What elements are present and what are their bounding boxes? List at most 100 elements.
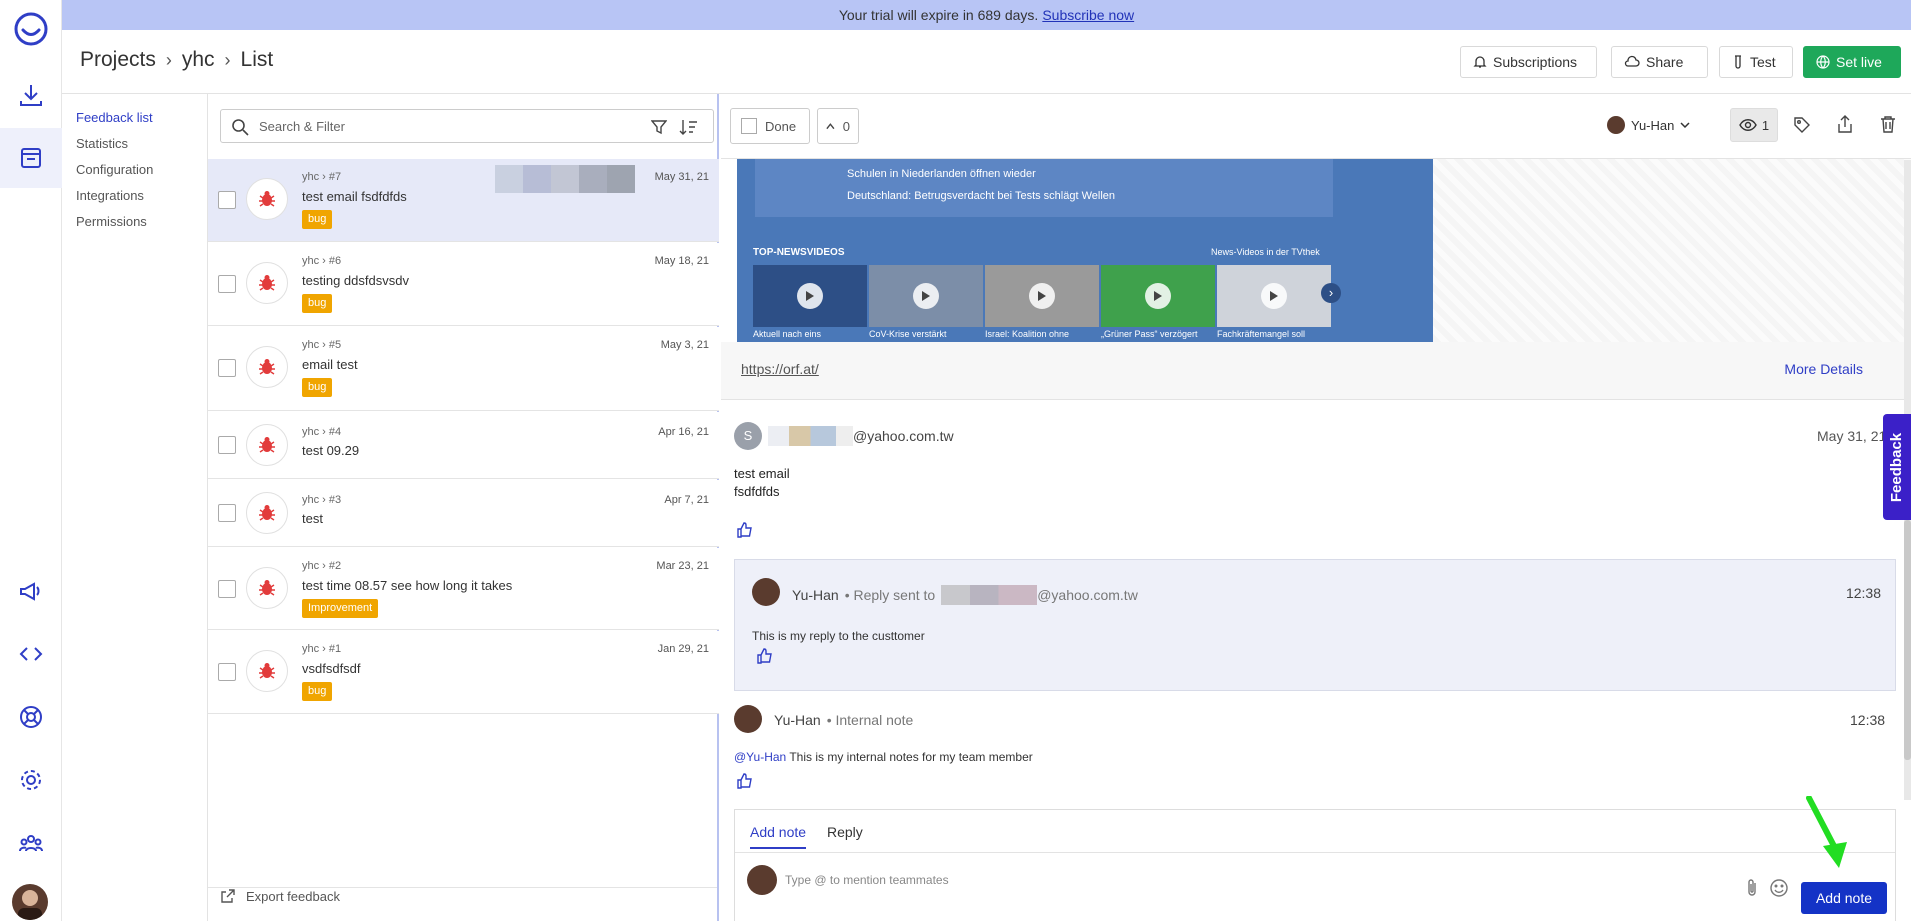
item-ref: yhc › #4: [302, 426, 342, 438]
play-icon: [1029, 283, 1055, 309]
trash-icon[interactable]: [1879, 115, 1897, 133]
feedback-item-6[interactable]: yhc › #6 testing ddsfdsvsdv bug May 18, …: [208, 243, 719, 326]
note-author-avatar: [734, 705, 762, 733]
note-mention[interactable]: @Yu-Han: [734, 750, 786, 764]
item-date: May 31, 21: [654, 171, 709, 183]
select-checkbox[interactable]: [218, 191, 236, 209]
test-button[interactable]: Test: [1719, 46, 1793, 78]
caption: Fachkräftemangel soll: [1217, 329, 1306, 339]
feedback-item-1[interactable]: yhc › #1 vsdfsdfsdf bug Jan 29, 21: [208, 631, 719, 714]
reply-header: Yu-Han • Reply sent to @yahoo.com.tw: [792, 585, 1138, 605]
caption: CoV-Krise verstärkt: [869, 329, 947, 339]
search-filter-input[interactable]: Search & Filter: [220, 109, 714, 143]
thumbs-up-icon[interactable]: [757, 648, 773, 664]
filter-icon[interactable]: [651, 119, 667, 135]
select-checkbox[interactable]: [218, 359, 236, 377]
inbox-icon[interactable]: [14, 141, 48, 175]
select-checkbox[interactable]: [218, 275, 236, 293]
watchers-button[interactable]: 1: [1730, 108, 1778, 142]
screenshot-news-panel: [755, 159, 1333, 217]
composer-input[interactable]: Type @ to mention teammates: [785, 866, 1545, 894]
set-live-button[interactable]: Set live: [1803, 46, 1901, 78]
tab-reply[interactable]: Reply: [827, 824, 863, 840]
select-checkbox[interactable]: [218, 580, 236, 598]
eye-icon: [1739, 119, 1757, 131]
tag-icon[interactable]: [1793, 116, 1811, 134]
play-icon: [797, 283, 823, 309]
share-button[interactable]: Share: [1611, 46, 1708, 78]
team-icon[interactable]: [14, 826, 48, 860]
more-details-link[interactable]: More Details: [1784, 361, 1863, 377]
feedback-side-tab[interactable]: Feedback: [1883, 414, 1911, 520]
subscribe-link[interactable]: Subscribe now: [1042, 7, 1134, 23]
breadcrumb-page: List: [240, 48, 274, 71]
note-body-text: This is my internal notes for my team me…: [789, 750, 1033, 764]
export-icon: [221, 889, 235, 903]
note-author: Yu-Han: [774, 712, 821, 728]
message-body: fsdfdfds: [734, 484, 780, 499]
select-checkbox[interactable]: [218, 663, 236, 681]
search-icon: [232, 119, 249, 136]
test-tube-icon: [1735, 55, 1741, 69]
video-thumbnail: [985, 265, 1099, 327]
done-toggle[interactable]: Done: [730, 108, 810, 144]
set-live-label: Set live: [1836, 54, 1882, 70]
feedback-item-2[interactable]: yhc › #2 test time 08.57 see how long it…: [208, 548, 719, 630]
email-suffix: @yahoo.com.tw: [853, 428, 954, 444]
feedback-screenshot[interactable]: Schulen in Niederlanden öffnen wieder De…: [737, 159, 1433, 342]
app-logo-icon[interactable]: [14, 12, 48, 46]
select-checkbox[interactable]: [218, 504, 236, 522]
item-title: testing ddsfdsvsdv: [302, 273, 409, 288]
reply-meta: • Reply sent to: [844, 587, 936, 603]
feedback-item-5[interactable]: yhc › #5 email test bug May 3, 21: [208, 327, 719, 411]
item-tag: bug: [302, 378, 333, 397]
feedback-item-3[interactable]: yhc › #3 test Apr 7, 21: [208, 480, 719, 547]
subnav-feedback-list[interactable]: Feedback list: [76, 110, 153, 125]
screenshot-section-right: News-Videos in der TVthek: [1211, 247, 1320, 257]
emoji-icon[interactable]: [1769, 878, 1789, 898]
code-icon[interactable]: [14, 637, 48, 671]
select-checkbox[interactable]: [218, 436, 236, 454]
add-note-button[interactable]: Add note: [1801, 882, 1887, 914]
thumbs-up-icon[interactable]: [737, 773, 753, 789]
export-feedback-button[interactable]: Export feedback: [220, 888, 340, 904]
item-tag: Improvement: [302, 599, 379, 618]
subnav-statistics[interactable]: Statistics: [76, 136, 128, 151]
user-avatar[interactable]: [12, 884, 48, 920]
customer-avatar: S: [734, 422, 762, 450]
subnav-integrations[interactable]: Integrations: [76, 188, 144, 203]
upvote-button[interactable]: 0: [817, 108, 859, 144]
assignee-dropdown[interactable]: Yu-Han: [1607, 116, 1690, 134]
bug-icon: [246, 567, 288, 609]
reply-email-suffix: @yahoo.com.tw: [1037, 587, 1138, 603]
feedback-item-4[interactable]: yhc › #4 test 09.29 Apr 16, 21: [208, 412, 719, 479]
scrollbar-thumb[interactable]: [1904, 520, 1911, 760]
bell-icon: [1473, 56, 1487, 68]
page-url-link[interactable]: https://orf.at/: [741, 361, 819, 377]
item-tag: bug: [302, 210, 333, 229]
done-checkbox[interactable]: [741, 118, 757, 134]
cloud-icon: [1624, 55, 1640, 67]
feedback-detail-panel: Done 0 Yu-Han 1 Schulen in Niederlanden …: [721, 94, 1911, 921]
subnav-configuration[interactable]: Configuration: [76, 162, 153, 177]
share-export-icon[interactable]: [1836, 115, 1854, 133]
video-thumbnail: [1101, 265, 1215, 327]
megaphone-icon[interactable]: [14, 574, 48, 608]
paperclip-icon[interactable]: [1745, 878, 1759, 898]
breadcrumb-project[interactable]: yhc: [182, 48, 215, 72]
item-date: Mar 23, 21: [656, 560, 709, 572]
subnav-permissions[interactable]: Permissions: [76, 214, 147, 229]
feedback-item-7[interactable]: yhc › #7 test email fsdfdfds bug May 31,…: [208, 159, 719, 242]
gear-icon[interactable]: [14, 763, 48, 797]
thumbs-up-icon[interactable]: [737, 522, 753, 538]
item-ref: yhc › #2: [302, 560, 342, 572]
help-lifebuoy-icon[interactable]: [14, 700, 48, 734]
breadcrumb-projects[interactable]: Projects: [80, 48, 156, 72]
tab-add-note[interactable]: Add note: [750, 824, 807, 849]
item-tag: bug: [302, 294, 333, 313]
sort-icon[interactable]: [679, 118, 699, 136]
test-label: Test: [1750, 54, 1776, 70]
screenshot-text: Deutschland: Betrugsverdacht bei Tests s…: [847, 190, 1116, 202]
download-icon[interactable]: [14, 78, 48, 112]
subscriptions-button[interactable]: Subscriptions: [1460, 46, 1597, 78]
